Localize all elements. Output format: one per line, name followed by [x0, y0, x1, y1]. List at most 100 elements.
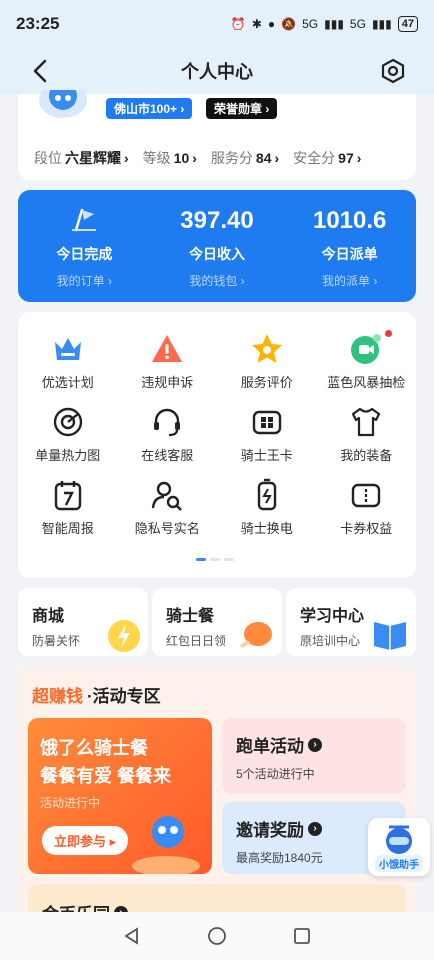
service-item-equipment[interactable]: 我的装备	[317, 405, 417, 464]
service-item-appeal[interactable]: 违规申诉	[118, 332, 218, 391]
chevron-right-icon: ›	[308, 737, 322, 752]
summary-income[interactable]: 397.40 今日收入 我的钱包 ›	[151, 190, 284, 302]
stat-service[interactable]: 服务分 84 ›	[211, 148, 279, 168]
summary-dispatch-label: 今日派单	[321, 246, 378, 262]
status-bar: 23:25 ⏰ ✱ ● 🔕 5G ▮▮▮ 5G ▮▮▮ 47	[0, 0, 434, 48]
page-dot	[224, 558, 234, 561]
service-label: 违规申诉	[141, 375, 194, 390]
city-rank-badge[interactable]: 佛山市100+ ›	[106, 98, 193, 119]
assistant-label: 小饿助手	[375, 855, 423, 872]
my-dispatch-link[interactable]: 我的派单 ›	[322, 272, 377, 289]
service-label: 在线客服	[141, 448, 194, 463]
settings-hexagon-icon[interactable]	[380, 58, 406, 84]
stat-rank-value: 六星辉耀	[65, 150, 121, 166]
avatar[interactable]	[36, 90, 90, 120]
lightning-coin-icon	[108, 620, 140, 652]
stat-safety-value: 97	[338, 150, 354, 166]
chevron-right-icon: ›	[192, 150, 197, 166]
summary-completed-label: 今日完成	[56, 246, 113, 262]
summary-dispatch-value: 1010.6	[312, 207, 387, 234]
mall-card[interactable]: 商城 防暑关怀	[18, 588, 148, 656]
user-search-icon	[152, 481, 183, 511]
rider-meal-promo[interactable]: 饿了么骑士餐 餐餐有爱 餐餐来 活动进行中 立即参与 ▸	[28, 718, 212, 874]
top-navbar: 个人中心	[0, 48, 434, 94]
back-arrow-icon[interactable]	[28, 58, 54, 84]
summary-completed[interactable]: 今日完成 我的订单 ›	[18, 190, 151, 302]
service-label: 服务评价	[240, 375, 293, 390]
rider-meal-card[interactable]: 骑士餐 红包日日领	[152, 588, 282, 656]
service-item-privacy-id[interactable]: 隐私号实名	[118, 478, 218, 537]
stat-level[interactable]: 等级 10 ›	[143, 148, 197, 168]
shirt-icon	[352, 407, 381, 437]
page-indicator	[196, 558, 234, 561]
service-item-heatmap[interactable]: 单量热力图	[18, 405, 118, 464]
my-wallet-link[interactable]: 我的钱包 ›	[189, 272, 244, 289]
run-activity-title-row: 跑单活动 ›	[236, 732, 406, 757]
profile-stats: 段位 六星辉耀 › 等级 10 › 服务分 84 › 安全分 97 ›	[34, 148, 361, 168]
service-label: 卡券权益	[340, 521, 393, 536]
status-time: 23:25	[16, 14, 60, 33]
service-label: 我的装备	[340, 448, 393, 463]
service-item-battery-swap[interactable]: 骑士换电	[217, 478, 317, 537]
heatmap-target-icon	[53, 407, 82, 437]
service-item-preferred-plan[interactable]: 优选计划	[18, 332, 118, 391]
crown-icon	[54, 338, 81, 360]
service-label: 骑士换电	[240, 521, 293, 536]
service-item-rider-card[interactable]: 骑士王卡	[217, 330, 392, 464]
learning-center-card[interactable]: 学习中心 原培训中心	[286, 588, 416, 656]
service-item-online-support[interactable]: 在线客服	[118, 405, 218, 464]
calendar-icon	[54, 481, 81, 511]
service-item-weekly-report[interactable]: 智能周报	[18, 478, 118, 537]
quick-cards: 商城 防暑关怀 骑士餐 红包日日领 学习中心 原培训中心	[18, 588, 416, 656]
summary-income-label: 今日收入	[189, 246, 245, 262]
alarm-icon: ⏰	[230, 17, 246, 31]
star-icon	[251, 334, 282, 363]
join-now-button[interactable]: 立即参与 ▸	[42, 826, 129, 855]
stat-level-label: 等级	[142, 150, 171, 166]
signal-icon-2: ▮▮▮	[371, 17, 392, 31]
chevron-right-icon: ›	[308, 821, 322, 836]
signal-icon: ▮▮▮	[324, 17, 344, 31]
stat-safety[interactable]: 安全分 97 ›	[293, 148, 361, 168]
chevron-right-icon: ›	[274, 150, 280, 166]
page-dot-active	[196, 558, 206, 561]
notification-dot	[385, 330, 392, 337]
page-dot	[210, 558, 220, 561]
nav-recents-icon[interactable]	[292, 926, 312, 946]
activity-title-rest: ·活动专区	[87, 687, 161, 706]
rider-mascot-illustration	[132, 816, 200, 874]
honor-medal-badge[interactable]: 荣誉勋章 ›	[206, 98, 278, 119]
robot-mascot-icon	[386, 825, 412, 854]
run-activity-card[interactable]: 跑单活动 › 5个活动进行中	[222, 718, 406, 794]
activity-title-highlight: 超赚钱	[32, 687, 83, 706]
daily-summary-card: 今日完成 我的订单 › 397.40 今日收入 我的钱包 › 1010.6 今日…	[18, 190, 416, 302]
stat-service-value: 84	[255, 150, 272, 166]
service-label: 隐私号实名	[134, 521, 200, 536]
assistant-floating-button[interactable]: 小饿助手	[368, 818, 430, 876]
stat-safety-label: 安全分	[293, 150, 336, 166]
service-item-rating[interactable]: 服务评价	[217, 332, 317, 391]
nav-back-icon[interactable]	[122, 926, 142, 946]
service-item-blue-storm[interactable]: 蓝色风暴抽检	[317, 332, 417, 391]
flag-icon	[70, 204, 98, 238]
battery-indicator: 47	[397, 16, 418, 32]
services-grid: 优选计划 违规申诉 服务评价 蓝色风暴抽检 单量热力图 在线客服 骑士王卡 我的…	[18, 330, 417, 537]
stat-rank[interactable]: 段位 六星辉耀 ›	[34, 148, 129, 168]
signal-label-1: 5G	[302, 17, 319, 31]
warning-icon	[152, 335, 183, 362]
drumstick-icon	[240, 622, 272, 648]
my-orders-link[interactable]: 我的订单 ›	[57, 272, 112, 289]
bluetooth-icon: ✱	[251, 17, 262, 31]
nav-home-icon[interactable]	[207, 926, 227, 946]
service-item-coupons[interactable]: 卡券权益	[317, 478, 417, 537]
signal-label-2: 5G	[349, 17, 366, 31]
chevron-right-icon: ›	[124, 150, 129, 166]
status-icons: ⏰ ✱ ● 🔕 5G ▮▮▮ 5G ▮▮▮ 47	[231, 16, 418, 32]
location-icon: ●	[267, 17, 276, 31]
profile-card: 佛山市100+ › 荣誉勋章 › 段位 六星辉耀 › 等级 10 › 服务分 84 › 安全…	[18, 90, 416, 180]
coupon-icon	[352, 483, 381, 508]
card-icon	[252, 410, 281, 435]
summary-dispatch[interactable]: 1010.6 今日派单 我的派单 ›	[283, 190, 416, 302]
battery-swap-icon	[257, 478, 276, 511]
video-check-icon	[351, 334, 382, 364]
